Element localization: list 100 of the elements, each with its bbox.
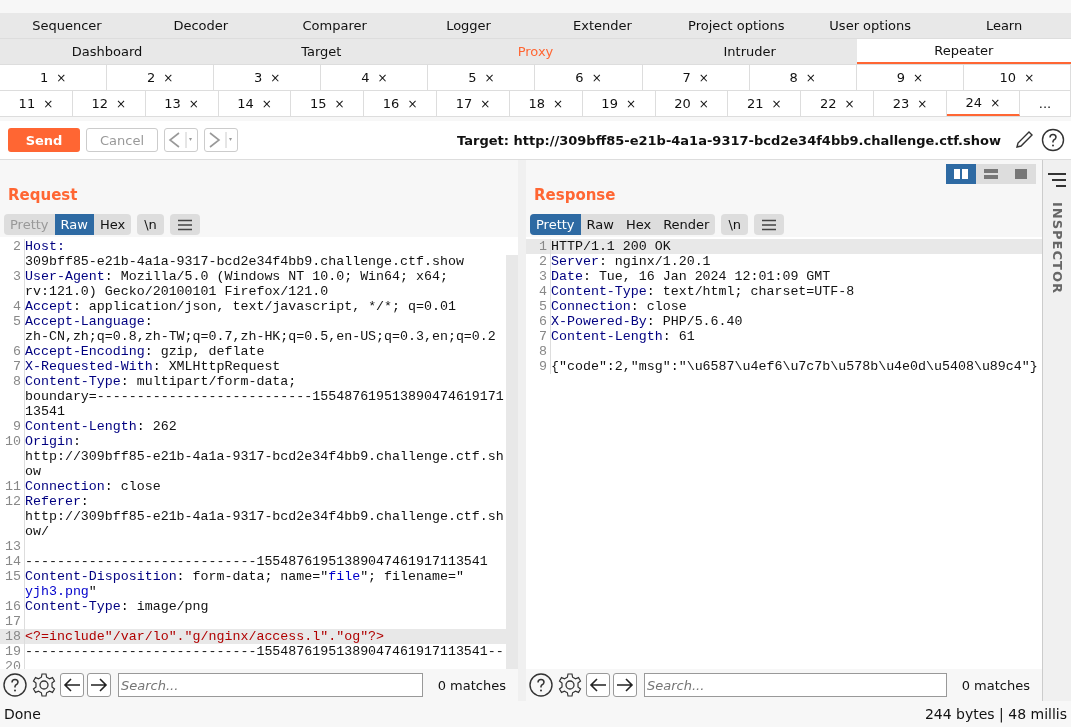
tool-tab[interactable]: Repeater [856, 39, 1071, 64]
repeater-tab[interactable]: 19 × [582, 91, 656, 116]
close-icon[interactable]: × [377, 70, 388, 85]
close-icon[interactable]: × [698, 70, 709, 85]
menu-tab[interactable]: Comparer [267, 13, 402, 38]
repeater-tab[interactable]: 2 × [107, 65, 215, 90]
repeater-tab[interactable]: 21 × [728, 91, 802, 116]
tool-tab[interactable]: Dashboard [0, 39, 215, 64]
repeater-tab[interactable]: 1 × [0, 65, 108, 90]
next-button[interactable] [87, 673, 111, 697]
settings-icon[interactable] [557, 672, 583, 698]
code-text: {"code":2,"msg":"\u6587\u4ef6\u7c7b\u578b\u4e0d\u5408\u89c4"} [551, 359, 1038, 374]
repeater-tab[interactable]: 18 × [509, 91, 583, 116]
repeater-tab[interactable]: 13 × [145, 91, 219, 116]
close-icon[interactable]: × [917, 96, 928, 111]
line-number: 19 [0, 644, 25, 659]
close-icon[interactable]: × [480, 96, 491, 111]
repeater-tab[interactable]: 11 × [0, 91, 73, 116]
repeater-tab[interactable]: 16 × [364, 91, 438, 116]
close-icon[interactable]: × [1024, 70, 1035, 85]
close-icon[interactable]: × [553, 96, 564, 111]
previous-button[interactable] [586, 673, 610, 697]
menu-tab[interactable]: Sequencer [0, 13, 134, 38]
repeater-tab[interactable]: 15 × [291, 91, 365, 116]
close-icon[interactable]: × [188, 96, 199, 111]
settings-icon[interactable] [31, 672, 57, 698]
close-icon[interactable]: × [625, 96, 636, 111]
menu-tab[interactable]: User options [803, 13, 938, 38]
tool-tab[interactable]: Intruder [642, 39, 857, 64]
menu-tab[interactable]: Extender [535, 13, 670, 38]
close-icon[interactable]: × [334, 96, 345, 111]
close-icon[interactable]: × [163, 70, 174, 85]
layout-button[interactable] [976, 164, 1006, 184]
repeater-tab[interactable]: 24 × [946, 91, 1020, 116]
line-number: 10 [0, 434, 25, 479]
back-button[interactable] [164, 128, 198, 152]
close-icon[interactable]: × [43, 96, 54, 111]
close-icon[interactable]: × [844, 96, 855, 111]
tab-label: 9 [896, 70, 905, 85]
view-tab[interactable]: Render [657, 214, 716, 235]
repeater-tab[interactable]: 12 × [72, 91, 146, 116]
view-tab[interactable]: Raw [580, 214, 620, 235]
search-field[interactable]: Search... [644, 673, 947, 697]
menu-button[interactable] [169, 214, 200, 235]
close-icon[interactable]: × [270, 70, 281, 85]
view-tab[interactable]: Hex [93, 214, 132, 235]
repeater-tab[interactable]: 17 × [437, 91, 510, 116]
menu-icon[interactable] [1047, 172, 1067, 188]
repeater-tab[interactable]: 14 × [218, 91, 292, 116]
next-button[interactable] [613, 673, 637, 697]
repeater-tab[interactable]: 4 × [321, 65, 429, 90]
repeater-tab[interactable]: ... [1019, 91, 1071, 116]
help-icon[interactable] [2, 672, 28, 698]
close-icon[interactable]: × [591, 70, 602, 85]
newline-toggle[interactable]: \n [137, 214, 164, 235]
code-text: : application/json, text/javascript, */*; q=0.01 [72, 299, 456, 314]
menu-button[interactable] [754, 214, 785, 235]
pencil-icon[interactable] [1013, 129, 1035, 151]
repeater-tab[interactable]: 23 × [874, 91, 947, 116]
close-icon[interactable]: × [912, 70, 923, 85]
repeater-tab[interactable]: 20 × [655, 91, 729, 116]
repeater-tab[interactable]: 5 × [428, 65, 536, 90]
repeater-tab[interactable]: 9 × [856, 65, 964, 90]
menu-tab[interactable]: Learn [937, 13, 1071, 38]
close-icon[interactable]: × [56, 70, 67, 85]
repeater-tab[interactable]: 8 × [749, 65, 857, 90]
repeater-tab[interactable]: 22 × [801, 91, 875, 116]
close-icon[interactable]: × [771, 96, 782, 111]
menu-tab[interactable]: Logger [401, 13, 536, 38]
code-text: User-Agent [25, 269, 105, 284]
layout-button[interactable] [1006, 164, 1036, 184]
menu-tab[interactable]: Decoder [133, 13, 268, 38]
repeater-tab[interactable]: 7 × [642, 65, 750, 90]
forward-button[interactable] [204, 128, 238, 152]
code-text: : [80, 494, 89, 509]
menu-tab[interactable]: Project options [669, 13, 804, 38]
close-icon[interactable]: × [698, 96, 709, 111]
view-tab[interactable]: Raw [54, 214, 94, 235]
tool-tab[interactable]: Target [214, 39, 429, 64]
view-tab[interactable]: Hex [619, 214, 658, 235]
inspector-tab[interactable]: INSPECTOR [1049, 202, 1065, 294]
newline-toggle[interactable]: \n [721, 214, 749, 235]
close-icon[interactable]: × [805, 70, 816, 85]
help-icon[interactable] [528, 672, 554, 698]
search-field[interactable]: Search... [118, 673, 423, 697]
close-icon[interactable]: × [261, 96, 272, 111]
repeater-tab[interactable]: 10 × [963, 65, 1071, 90]
line-number: 9 [526, 359, 551, 374]
previous-button[interactable] [60, 673, 84, 697]
view-tab[interactable]: Pretty [530, 214, 581, 235]
layout-button[interactable] [946, 164, 976, 184]
close-icon[interactable]: × [116, 96, 127, 111]
close-icon[interactable]: × [407, 96, 418, 111]
close-icon[interactable]: × [990, 95, 1001, 110]
repeater-tab[interactable]: 3 × [214, 65, 322, 90]
close-icon[interactable]: × [484, 70, 495, 85]
help-icon[interactable] [1041, 128, 1065, 152]
tab-label: 20 [674, 96, 691, 111]
repeater-tab[interactable]: 6 × [535, 65, 643, 90]
code-text: : Mozilla/5.0 (Windows NT 10.0; Win64; x64; [104, 269, 448, 284]
